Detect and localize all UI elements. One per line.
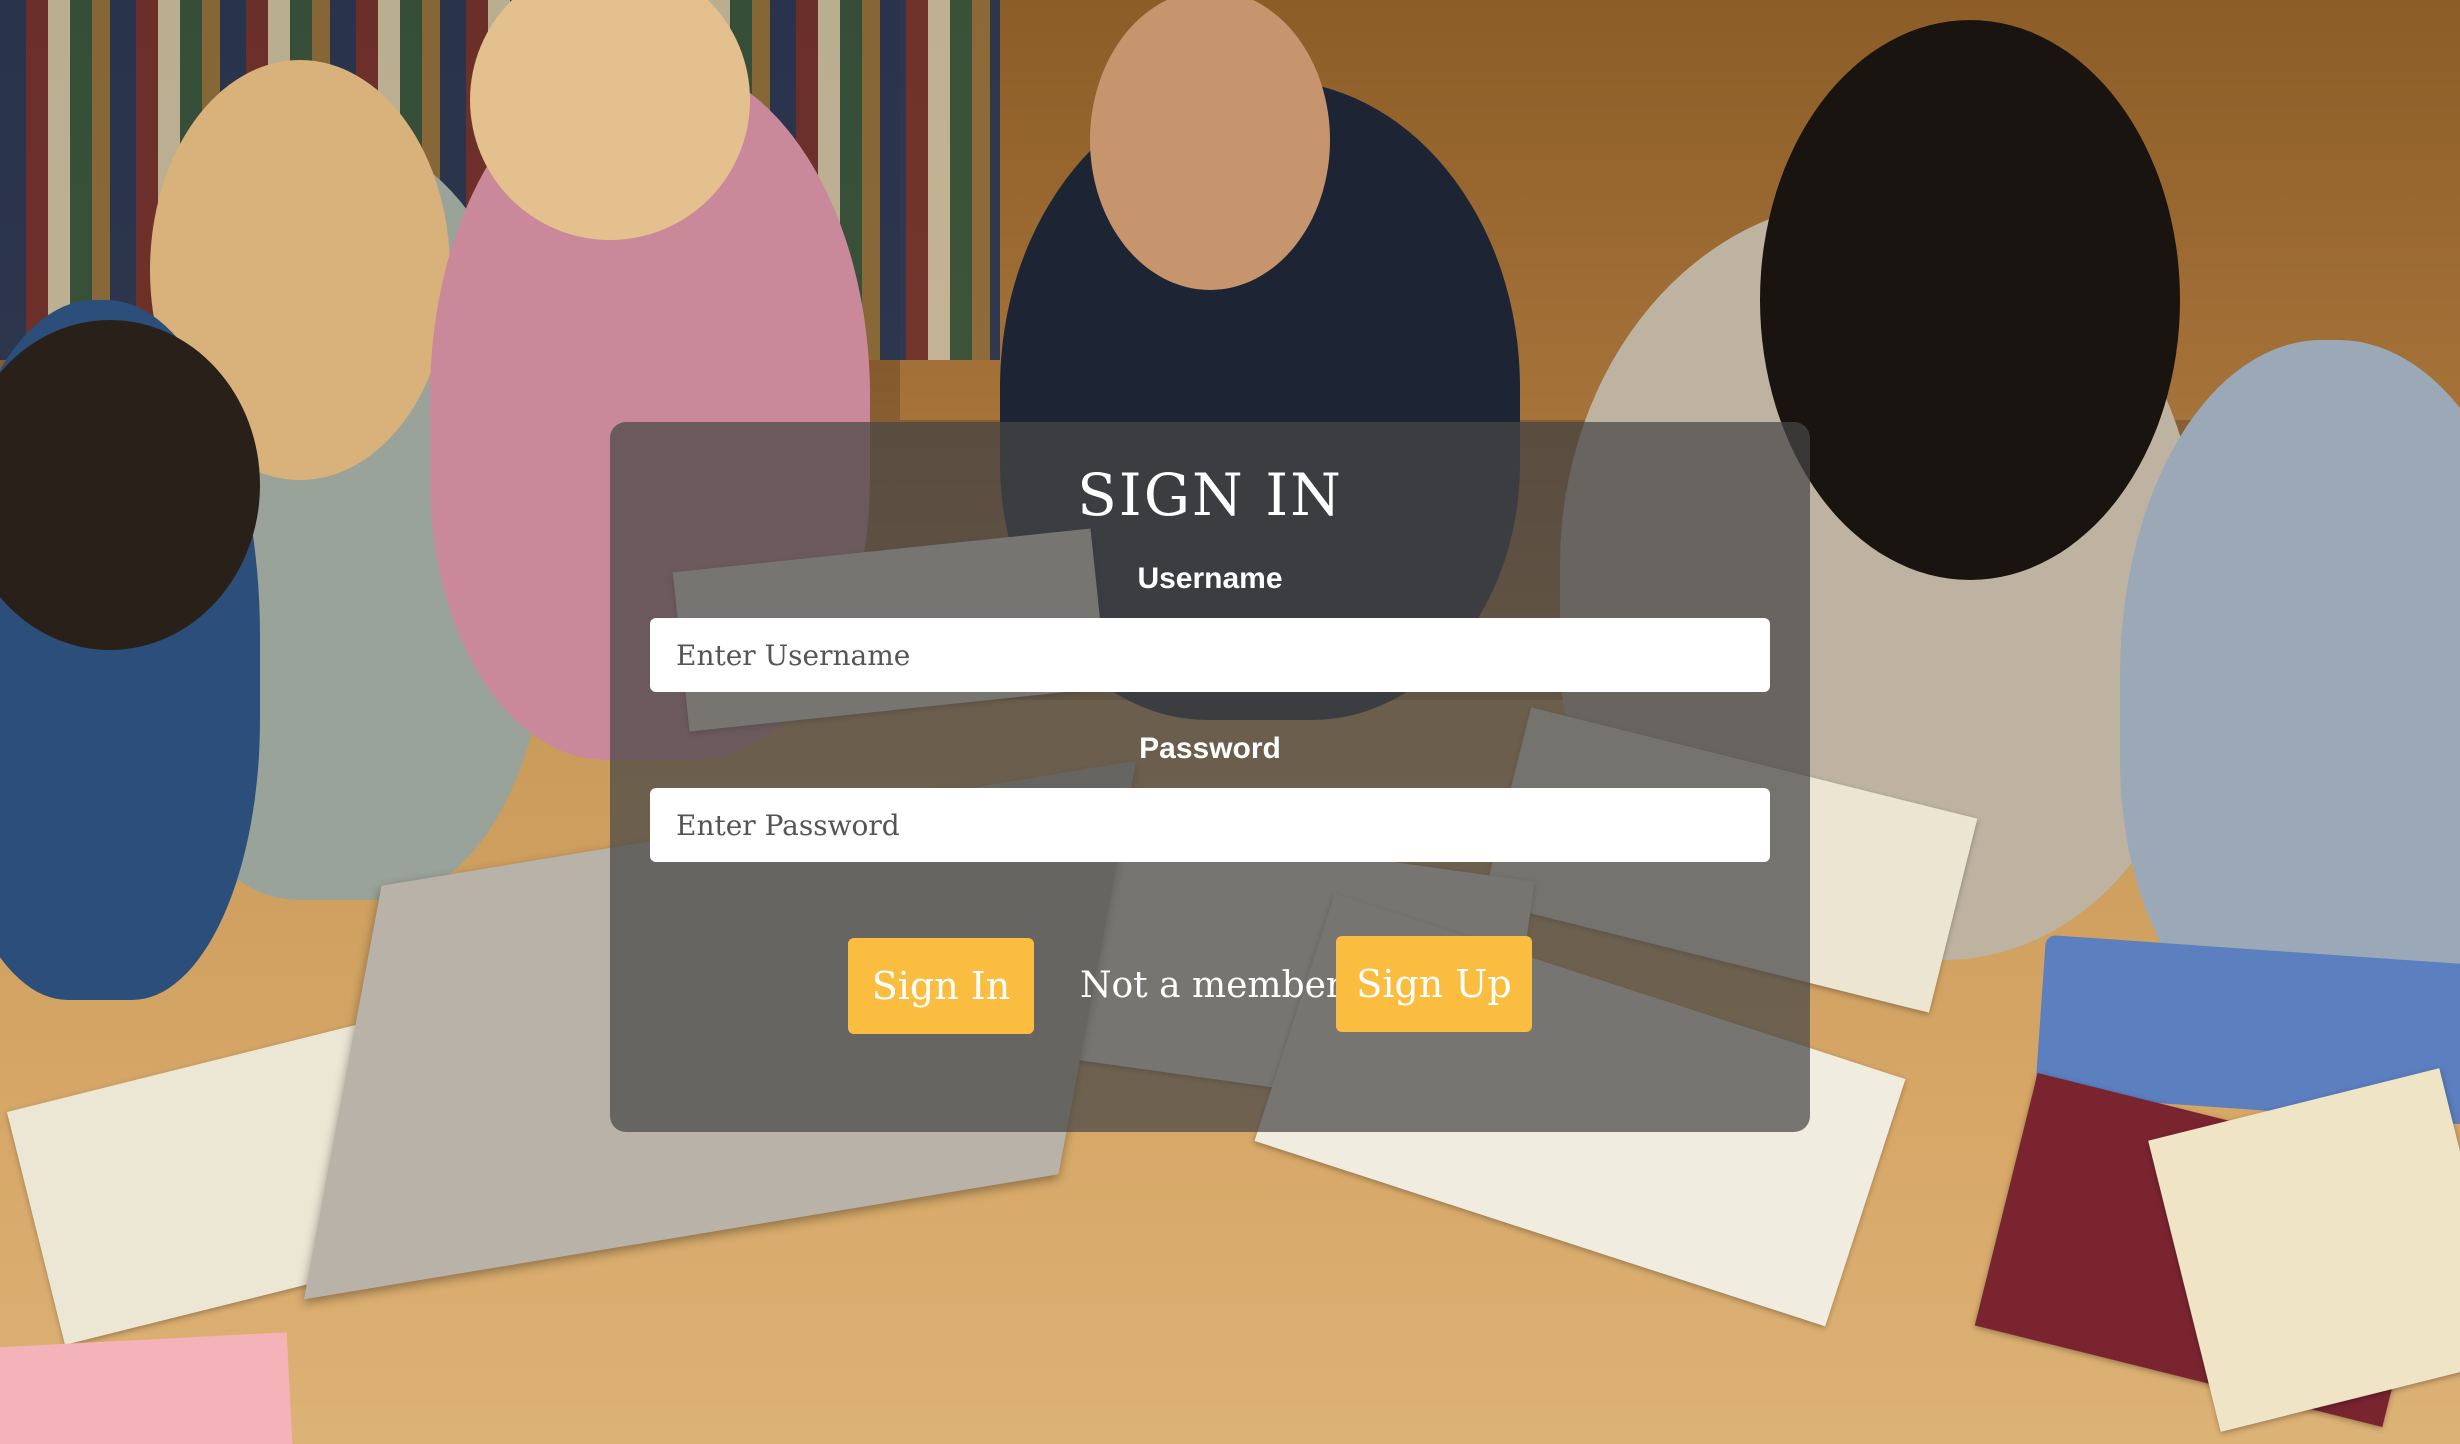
password-input[interactable] xyxy=(650,788,1770,862)
signup-button[interactable]: Sign Up xyxy=(1336,936,1532,1032)
background-student-head xyxy=(1090,0,1330,290)
username-label: Username xyxy=(1137,562,1283,595)
signin-form: SIGN IN Username Password Sign In Not a … xyxy=(610,422,1810,1132)
background-book xyxy=(0,1332,293,1444)
page: SIGN IN Username Password Sign In Not a … xyxy=(0,0,2460,1444)
password-label: Password xyxy=(1139,732,1281,765)
not-member-text: Not a member? xyxy=(1080,965,1363,1006)
background-student-head xyxy=(1760,20,2180,580)
username-input[interactable] xyxy=(650,618,1770,692)
signin-button[interactable]: Sign In xyxy=(848,938,1034,1034)
signin-title: SIGN IN xyxy=(1077,461,1343,529)
